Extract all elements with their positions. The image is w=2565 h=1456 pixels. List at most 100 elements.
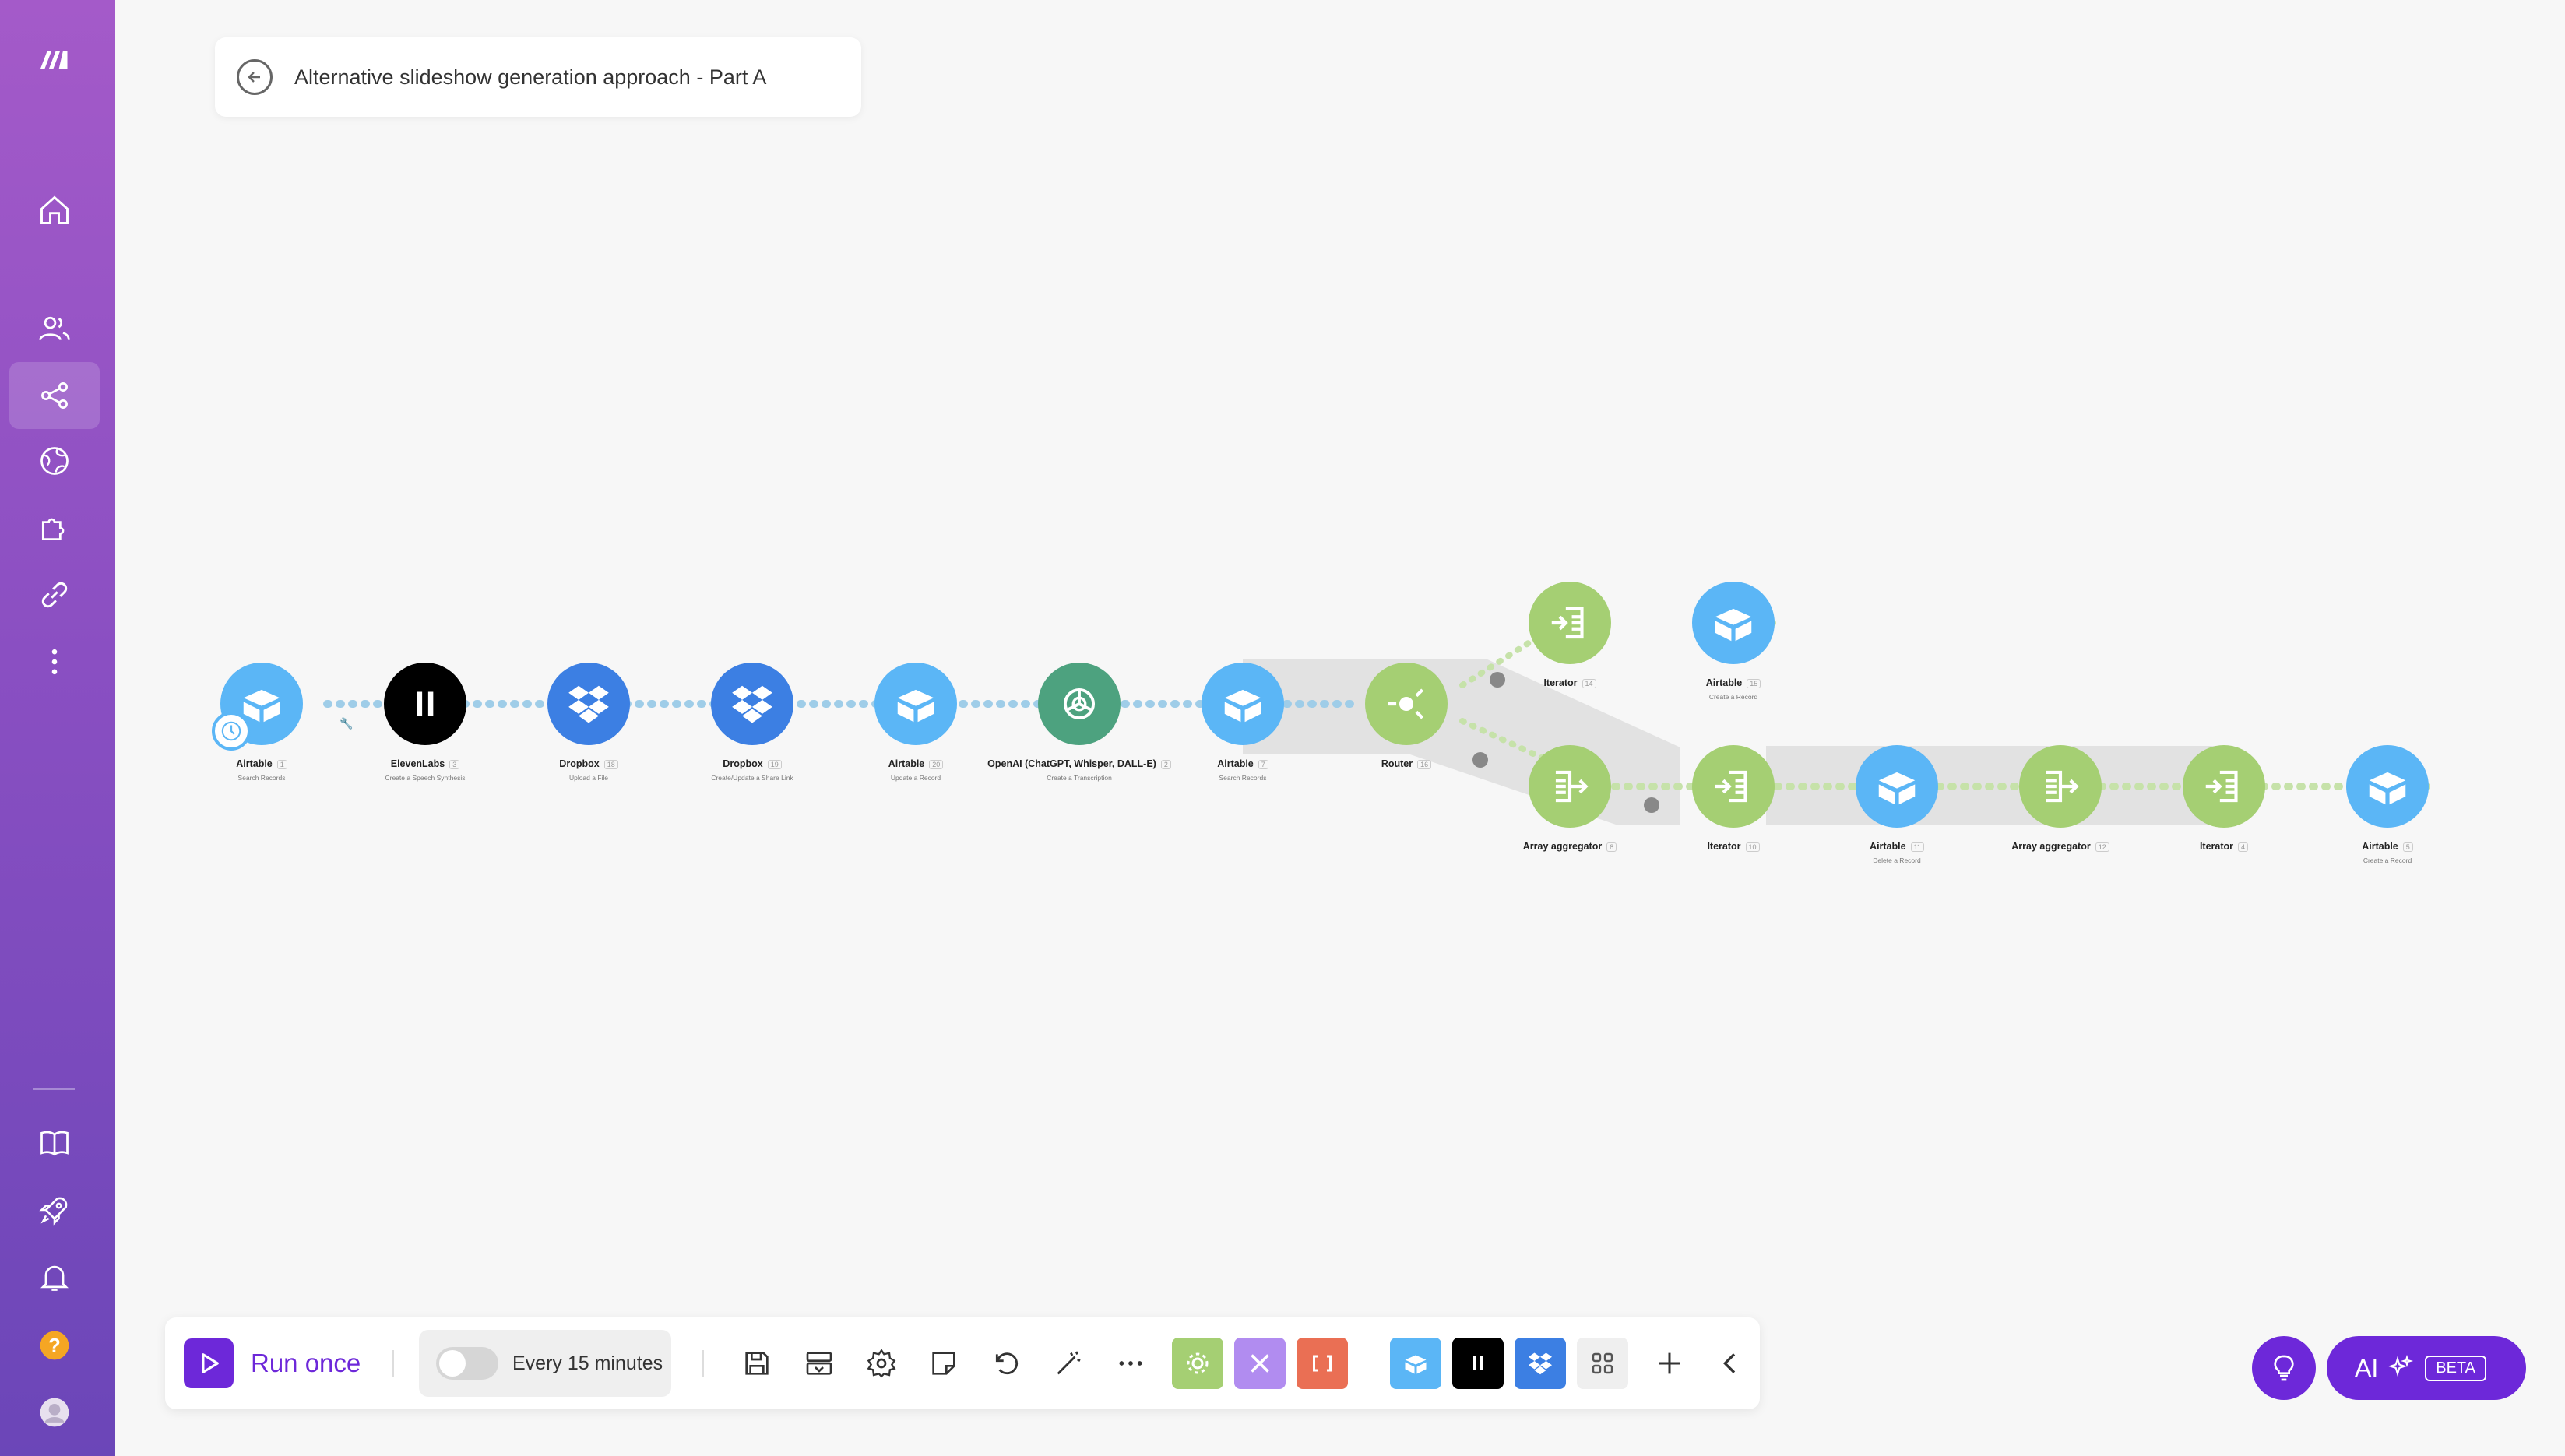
text-parser-tile[interactable] <box>1296 1317 1349 1409</box>
module-airtable[interactable] <box>1202 663 1284 745</box>
module-name: Airtable <box>888 758 925 769</box>
module-openai-chatgpt-whisper-dall-e[interactable] <box>1038 663 1121 745</box>
module-number: 4 <box>2238 842 2249 852</box>
svg-text:?: ? <box>48 1335 61 1357</box>
module-action: Create a Record <box>1708 693 1758 701</box>
dropbox-tile[interactable] <box>1514 1317 1567 1409</box>
sidebar-item-apps[interactable] <box>9 498 100 557</box>
auto-align-button[interactable] <box>1043 1317 1093 1409</box>
schedule-control[interactable]: Every 15 minutes <box>419 1330 671 1397</box>
module-label: Airtable 15 <box>1640 677 1827 688</box>
play-icon <box>184 1338 234 1388</box>
module-label: Array aggregator 8 <box>1476 841 1663 852</box>
module-label: Router 16 <box>1313 758 1500 769</box>
run-once-button[interactable]: Run once <box>184 1317 361 1409</box>
module-label: Iterator 4 <box>2130 841 2317 852</box>
make-logo-icon[interactable] <box>9 30 100 89</box>
sidebar-item-resources[interactable] <box>9 1180 100 1240</box>
notes-button[interactable] <box>919 1317 969 1409</box>
grid-icon <box>1577 1338 1628 1389</box>
bell-icon <box>40 1265 69 1291</box>
module-elevenlabs[interactable] <box>384 663 466 745</box>
module-router[interactable] <box>1365 663 1448 745</box>
undo-icon <box>995 1352 1019 1375</box>
sidebar-item-connections[interactable] <box>9 565 100 624</box>
module-action: Update a Record <box>890 774 941 782</box>
sidebar-item-scenarios[interactable] <box>9 362 100 429</box>
module-name: Airtable <box>1705 677 1743 688</box>
save-icon <box>745 1352 769 1375</box>
scenario-settings-button[interactable] <box>857 1317 906 1409</box>
openai-icon <box>1063 688 1096 720</box>
module-action: Create a Transcription <box>1047 774 1112 782</box>
link-settings-icon[interactable]: 🔧 <box>340 716 353 730</box>
module-dropbox[interactable] <box>547 663 630 745</box>
toolbar-divider <box>702 1350 704 1377</box>
sidebar-item-home[interactable] <box>9 181 100 240</box>
lightbulb-icon <box>2274 1355 2294 1381</box>
sidebar-item-notifications[interactable] <box>9 1247 100 1307</box>
tools-tile[interactable] <box>1171 1317 1224 1409</box>
module-airtable[interactable] <box>2346 745 2429 828</box>
module-airtable[interactable] <box>1856 745 1938 828</box>
scenario-canvas[interactable]: 🔧 <box>115 0 2565 1456</box>
airtable-tile[interactable] <box>1389 1317 1442 1409</box>
hints-button[interactable] <box>2252 1336 2316 1400</box>
flow-control-tile[interactable] <box>1233 1317 1286 1409</box>
sidebar-item-templates[interactable] <box>9 431 100 491</box>
schedule-label[interactable]: Every 15 minutes <box>512 1352 663 1375</box>
module-iterator[interactable] <box>1529 582 1611 664</box>
sidebar-item-more[interactable] <box>9 632 100 691</box>
add-module-button[interactable] <box>1645 1317 1694 1409</box>
schedule-toggle[interactable] <box>436 1347 498 1380</box>
module-dropbox[interactable] <box>711 663 793 745</box>
module-label: Iterator 14 <box>1476 677 1663 688</box>
module-number: 15 <box>1747 679 1761 688</box>
chevron-left-icon <box>1722 1353 1736 1373</box>
module-label: Iterator 10 <box>1640 841 1827 852</box>
module-array-aggregator[interactable] <box>2019 745 2102 828</box>
plus-icon <box>1659 1352 1680 1374</box>
module-number: 12 <box>2095 842 2109 852</box>
filter-icon[interactable] <box>1644 797 1659 813</box>
module-number: 1 <box>276 760 287 769</box>
sidebar-item-docs[interactable] <box>9 1113 100 1173</box>
module-iterator[interactable] <box>2183 745 2265 828</box>
dropbox-icon <box>568 685 609 723</box>
users-icon <box>39 316 70 341</box>
gear-icon <box>1172 1338 1223 1389</box>
more-button[interactable] <box>1106 1317 1156 1409</box>
sidebar-item-teams[interactable] <box>9 299 100 358</box>
module-action: Search Records <box>238 774 286 782</box>
collapse-toolbar-button[interactable] <box>1705 1317 1755 1409</box>
module-number: 3 <box>449 760 460 769</box>
import-export-button[interactable] <box>794 1317 844 1409</box>
module-name: Airtable <box>1870 841 1906 852</box>
sidebar-item-help[interactable]: ? <box>9 1316 100 1375</box>
save-button[interactable] <box>732 1317 782 1409</box>
sidebar-item-profile[interactable] <box>9 1383 100 1442</box>
airtable-icon <box>1224 689 1261 723</box>
undo-button[interactable] <box>981 1317 1031 1409</box>
all-apps-tile[interactable] <box>1576 1317 1629 1409</box>
ai-assistant-button[interactable]: AI BETA <box>2327 1336 2526 1400</box>
schedule-clock-icon[interactable] <box>212 712 251 751</box>
module-array-aggregator[interactable] <box>1529 745 1611 828</box>
auto-align-icon <box>1057 1351 1081 1375</box>
rocket-icon <box>39 1197 68 1226</box>
home-icon <box>40 195 69 224</box>
module-airtable[interactable] <box>1692 582 1775 664</box>
module-name: Dropbox <box>723 758 763 769</box>
sidebar: ? <box>0 0 115 1456</box>
module-label: ElevenLabs 3 <box>332 758 519 769</box>
module-action: Search Records <box>1219 774 1267 782</box>
elevenlabs-tile[interactable] <box>1451 1317 1504 1409</box>
more-icon <box>1119 1361 1142 1366</box>
module-label: OpenAI (ChatGPT, Whisper, DALL-E) 2 <box>986 758 1173 769</box>
module-airtable[interactable] <box>874 663 957 745</box>
module-label: Airtable 1 <box>168 758 355 769</box>
more-vertical-icon <box>51 649 58 675</box>
module-iterator[interactable] <box>1692 745 1775 828</box>
dropbox-icon <box>732 685 772 723</box>
module-label: Airtable 5 <box>2294 841 2481 852</box>
